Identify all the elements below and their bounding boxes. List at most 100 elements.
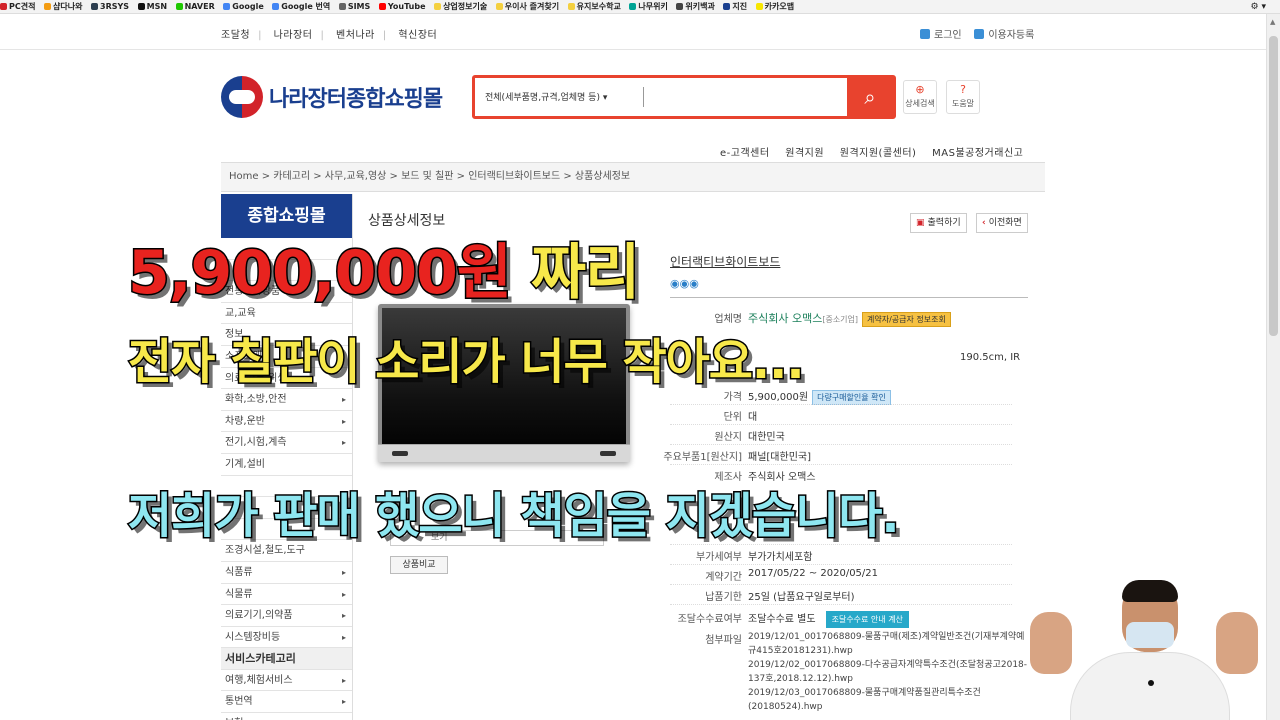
- category-item[interactable]: 전기,시험,계측 ▸: [221, 432, 352, 454]
- toplink-venture[interactable]: 벤처나라: [336, 30, 375, 41]
- price-value: 5,900,000원: [748, 392, 809, 403]
- chevron-down-icon: ▾: [602, 93, 608, 103]
- bookmark-1[interactable]: PC견적: [0, 0, 35, 13]
- category-item[interactable]: 화학,소방,안전 ▸: [221, 389, 352, 411]
- bookmark-7[interactable]: Google 번역: [272, 0, 330, 13]
- left-hand: [1030, 612, 1072, 674]
- scrollbar[interactable]: ▲: [1266, 14, 1280, 720]
- search-category-select[interactable]: 전체(세부품명,규격,업체명 등) ▾: [485, 90, 607, 103]
- category-item[interactable]: 시스템장비등 ▸: [221, 627, 352, 649]
- search-input[interactable]: [643, 87, 843, 107]
- spec-size-fragment: 190.5cm, IR: [960, 352, 1021, 363]
- gnb-remote[interactable]: 원격지원: [785, 148, 824, 159]
- login-area: 로그인 이용자등록: [920, 26, 1034, 41]
- bookmark-11[interactable]: 우이사 즐겨찾기: [495, 0, 559, 13]
- chevron-right-icon: ▸: [342, 713, 346, 720]
- category-item[interactable]: 보험▸: [221, 713, 352, 720]
- detail-search-button[interactable]: ⊕ 상세검색: [903, 80, 937, 114]
- bookmark-16[interactable]: 카카오맵: [755, 0, 794, 13]
- discount-button[interactable]: 다량구매할인율 확인: [812, 390, 891, 405]
- category-item[interactable]: 식품류 ▸: [221, 562, 352, 584]
- chevron-right-icon: ▸: [341, 438, 346, 448]
- back-button[interactable]: ‹ 이전화면: [976, 213, 1028, 233]
- category-item[interactable]: 통번역 ▸: [221, 691, 352, 714]
- bookmarks-bar: PC견적 샵다나와 3RSYS MSN NAVER Google Google …: [0, 0, 1280, 14]
- breadcrumb: Home > 카테고리 > 사무,교육,영상 > 보드 및 칠판 > 인터랙티브…: [221, 162, 1045, 192]
- toplink-pps[interactable]: 조달청: [221, 30, 250, 41]
- compare-button[interactable]: 상품비교: [390, 556, 448, 574]
- category-item[interactable]: 기계,설비: [221, 454, 352, 476]
- category-item: 서비스카테고리: [221, 648, 352, 670]
- chevron-right-icon: ▸: [341, 632, 346, 642]
- face-mask: [1126, 622, 1174, 648]
- attachment-link[interactable]: 2019/12/02_0017068809-다수공급자계약특수조건(조달청공고2…: [748, 658, 1028, 686]
- chevron-right-icon: ▸: [341, 697, 346, 707]
- bookmark-6[interactable]: Google: [223, 0, 264, 13]
- chevron-left-icon: ‹: [982, 218, 986, 228]
- chevron-right-icon: ▸: [341, 395, 346, 405]
- toplink-innovation[interactable]: 혁신장터: [398, 30, 437, 41]
- global-nav: e-고객센터 원격지원 원격지원(콜센터) MAS불공정거래신고: [720, 144, 1035, 159]
- zoom-icon: ⊕: [915, 83, 925, 96]
- presenter-video: [1030, 560, 1266, 720]
- register-link[interactable]: 이용자등록: [988, 30, 1034, 41]
- bookmark-13[interactable]: 나무위키: [629, 0, 668, 13]
- certification-icons: ◉◉◉: [670, 277, 699, 290]
- chevron-right-icon: ▸: [341, 611, 346, 621]
- bookmark-9[interactable]: YouTube: [378, 0, 426, 13]
- caption-line-3: 저희가 판매 했으니 책임을 지겠습니다.: [127, 487, 902, 546]
- bookmark-3[interactable]: 3RSYS: [91, 0, 129, 13]
- register-icon: [974, 29, 985, 39]
- print-button[interactable]: ▣ 출력하기: [910, 213, 967, 233]
- bookmark-5[interactable]: NAVER: [175, 0, 215, 13]
- caption-line-2: 전자 칠판이 소리가 너무 작아요...: [127, 333, 807, 392]
- caption-line-1: 5,900,000원 짜리: [126, 237, 641, 310]
- microphone-icon: [1148, 680, 1154, 686]
- attachment-list: 2019/12/01_0017068809-물품구매(제조)계약일반조건(기재부…: [748, 630, 1028, 714]
- right-hand: [1216, 612, 1258, 674]
- bookmark-15[interactable]: 지진: [723, 0, 747, 13]
- bookmark-8[interactable]: SIMS: [338, 0, 370, 13]
- help-button[interactable]: ? 도움말: [946, 80, 980, 114]
- printer-icon: ▣: [916, 218, 925, 228]
- search-box: 전체(세부품명,규격,업체명 등) ▾ ⌕: [472, 75, 896, 119]
- vendor-info-button[interactable]: 계약자/공급자 정보조회: [862, 312, 951, 327]
- login-link[interactable]: 로그인: [934, 30, 962, 41]
- search-icon: ⌕: [864, 85, 876, 109]
- screen: PC견적 샵다나와 3RSYS MSN NAVER Google Google …: [0, 0, 1280, 720]
- login-icon: [920, 29, 930, 39]
- gnb-remote-call[interactable]: 원격지원(콜센터): [840, 148, 917, 159]
- toplink-naramarket[interactable]: 나라장터: [274, 30, 313, 41]
- scroll-up-icon[interactable]: ▲: [1270, 18, 1275, 26]
- category-item[interactable]: 의료기기,의약품 ▸: [221, 605, 352, 627]
- bookmark-12[interactable]: 유지보수학교: [567, 0, 621, 13]
- chevron-right-icon: ▸: [341, 567, 346, 577]
- product-name: 인터랙티브화이트보드: [670, 255, 781, 269]
- attachment-link[interactable]: 2019/12/03_0017068809-물품구매계약품질관리특수조건(201…: [748, 686, 1028, 714]
- top-links: 조달청 | 나라장터 | 벤처나라 | 혁신장터: [221, 30, 438, 41]
- chevron-right-icon: ▸: [341, 675, 346, 685]
- bookmark-4[interactable]: MSN: [137, 0, 167, 13]
- bookmark-10[interactable]: 상업정보기술: [434, 0, 487, 13]
- chevron-right-icon: ▸: [341, 416, 346, 426]
- presenter-hair: [1122, 580, 1178, 602]
- top-utility-bar: 조달청 | 나라장터 | 벤처나라 | 혁신장터 로그인 이용자등록: [0, 14, 1266, 50]
- gnb-mas-report[interactable]: MAS불공정거래신고: [932, 148, 1023, 159]
- search-button[interactable]: ⌕: [847, 78, 893, 116]
- category-item[interactable]: 여행,체험서비스 ▸: [221, 670, 352, 692]
- bookmark-2[interactable]: 샵다나와: [44, 0, 82, 13]
- category-item[interactable]: 차량,운반 ▸: [221, 411, 352, 433]
- category-item[interactable]: 식물류 ▸: [221, 584, 352, 606]
- bookmark-14[interactable]: 위키백과: [676, 0, 715, 13]
- scroll-thumb[interactable]: [1269, 36, 1278, 336]
- logo-text: 나라장터종합쇼핑몰: [269, 87, 443, 112]
- question-icon: ?: [960, 83, 966, 96]
- presenter-body: [1070, 652, 1230, 720]
- site-logo[interactable]: 나라장터종합쇼핑몰: [221, 76, 443, 118]
- bookmark-menu-icon[interactable]: ⚙ ▾: [1251, 0, 1266, 13]
- fee-calc-button[interactable]: 조달수수료 안내 계산: [825, 611, 909, 628]
- attachment-link[interactable]: 2019/12/01_0017068809-물품구매(제조)계약일반조건(기재부…: [748, 630, 1028, 658]
- chevron-right-icon: ▸: [341, 589, 346, 599]
- gnb-e-center[interactable]: e-고객센터: [720, 148, 770, 159]
- taegeuk-logo-icon: [221, 76, 263, 118]
